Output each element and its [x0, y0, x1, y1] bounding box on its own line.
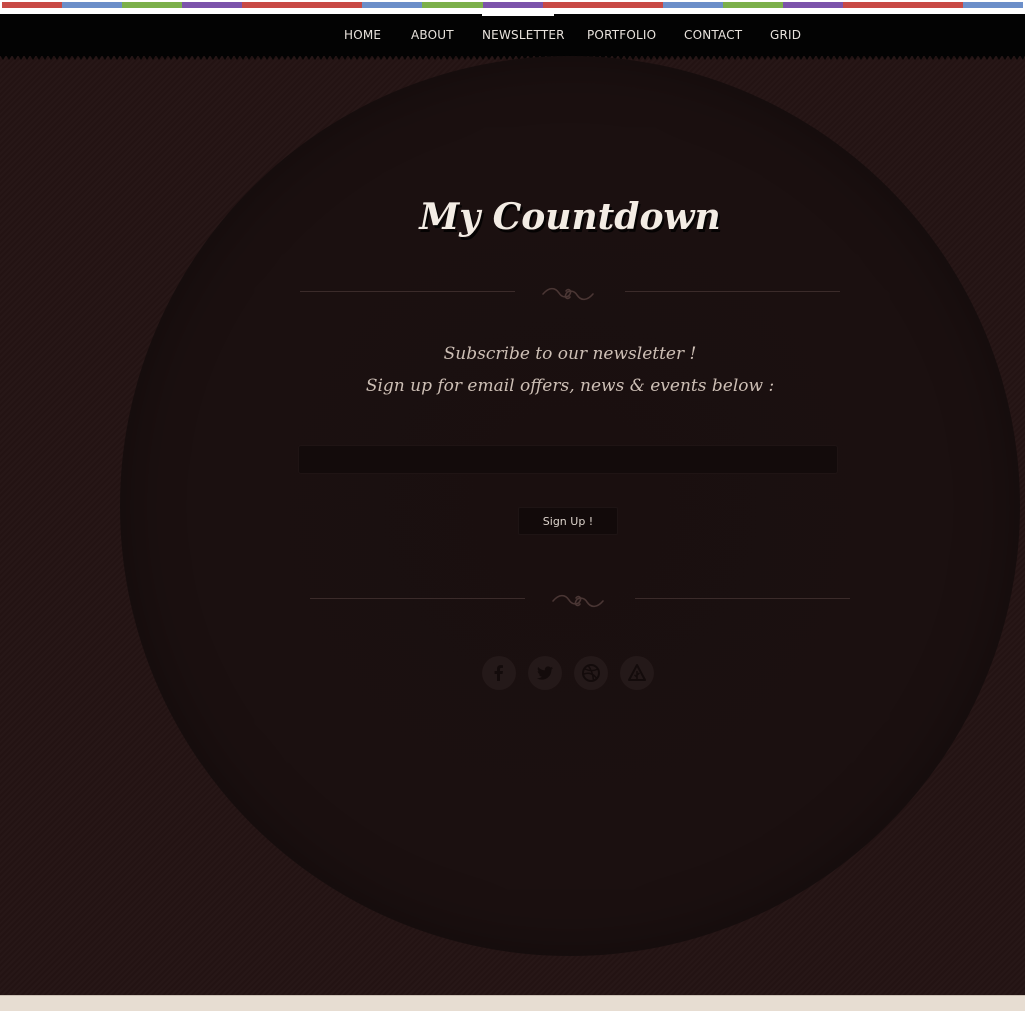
flourish-ornament-icon	[542, 287, 594, 301]
newsletter-heading: Subscribe to our newsletter !	[443, 344, 697, 364]
stripe-segment	[302, 2, 363, 8]
dribbble-icon	[582, 664, 600, 682]
stripe-segment	[242, 2, 303, 8]
divider-line-left	[300, 291, 515, 292]
stripe-segment	[362, 2, 423, 8]
forrst-icon	[628, 664, 646, 681]
nav-item-contact[interactable]: CONTACT	[684, 28, 742, 42]
newsletter-subheading: Sign up for email offers, news & events …	[365, 376, 775, 396]
stripe-segment	[602, 2, 663, 8]
divider-line-right	[625, 291, 840, 292]
stripe-segment	[662, 2, 723, 8]
stripe-segment	[842, 2, 903, 8]
stripe-segment	[542, 2, 603, 8]
twitter-link[interactable]	[528, 656, 562, 690]
stripe-segment	[422, 2, 483, 8]
nav-item-grid[interactable]: GRID	[770, 28, 801, 42]
nav-item-about[interactable]: ABOUT	[411, 28, 454, 42]
facebook-icon	[494, 665, 503, 681]
signup-button[interactable]: Sign Up !	[518, 507, 618, 535]
background-circle	[120, 56, 1020, 956]
navbar: HOME ABOUT NEWSLETTER PORTFOLIO CONTACT …	[0, 14, 1025, 56]
nav-item-newsletter[interactable]: NEWSLETTER	[482, 28, 565, 42]
nav-active-indicator	[482, 14, 554, 16]
nav-item-home[interactable]: HOME	[344, 28, 381, 42]
forrst-link[interactable]	[620, 656, 654, 690]
stripe-segment	[482, 2, 543, 8]
flourish-ornament-icon	[552, 594, 604, 608]
facebook-link[interactable]	[482, 656, 516, 690]
footer-bar	[0, 995, 1025, 1011]
stripe-segment	[782, 2, 843, 8]
stripe-segment	[722, 2, 783, 8]
email-input[interactable]	[298, 445, 838, 474]
stripe-segments	[2, 2, 1024, 8]
dribbble-link[interactable]	[574, 656, 608, 690]
color-stripe	[0, 0, 1025, 14]
divider-line-left-bottom	[310, 598, 525, 599]
page-title: My Countdown	[419, 196, 721, 238]
twitter-icon	[536, 666, 553, 680]
nav-item-portfolio[interactable]: PORTFOLIO	[587, 28, 656, 42]
stripe-segment	[122, 2, 183, 8]
stripe-segment	[182, 2, 243, 8]
stripe-segment	[902, 2, 963, 8]
stripe-segment	[963, 2, 1024, 8]
stripe-segment	[62, 2, 123, 8]
stripe-segment	[2, 2, 63, 8]
divider-line-right-bottom	[635, 598, 850, 599]
